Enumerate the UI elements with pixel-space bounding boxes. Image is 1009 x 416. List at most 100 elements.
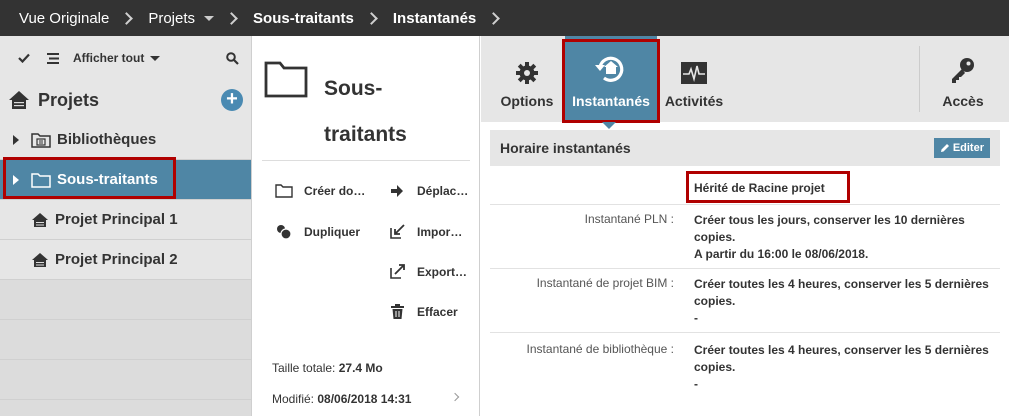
snapshots-panel: Options Instantanés Activités Accès Hora… <box>481 36 1009 416</box>
export-button[interactable]: Export… <box>387 264 467 279</box>
tree-item-libraries[interactable]: Bibliothèques <box>0 120 251 160</box>
list-icon <box>47 52 59 64</box>
search-button[interactable] <box>226 51 239 65</box>
select-check-button[interactable] <box>18 53 30 63</box>
projects-header: Projets + <box>0 80 251 120</box>
duplicate-label: Dupliquer <box>304 225 360 239</box>
modified-label: Modifié: <box>272 392 315 406</box>
chevron-right-icon <box>365 11 378 25</box>
expand-arrow-icon[interactable] <box>13 134 19 145</box>
active-tab-pointer <box>602 122 616 129</box>
tree-toolbar: Afficher tout <box>0 36 251 80</box>
total-size-value: 27.4 Mo <box>338 361 383 375</box>
library-snapshot-label: Instantané de bibliothèque : <box>526 342 674 356</box>
modified-date[interactable]: Modifié: 08/06/2018 14:31 <box>272 392 411 406</box>
import-icon <box>389 224 405 239</box>
pln-snapshot-line2: copies. <box>694 230 736 244</box>
show-all-label: Afficher tout <box>73 51 145 65</box>
add-project-button[interactable]: + <box>221 89 243 111</box>
tree-item-main-project-2[interactable]: Projet Principal 2 <box>0 240 251 280</box>
empty-row <box>0 280 251 320</box>
project-house-icon <box>32 252 48 267</box>
breadcrumb: Vue Originale Projets Sous-traitants Ins… <box>0 0 1009 36</box>
total-size-label: Taille totale: <box>272 361 336 375</box>
divider <box>919 46 920 112</box>
caret-down-icon <box>204 15 215 21</box>
project-house-icon <box>32 212 48 227</box>
library-folder-icon <box>31 132 51 148</box>
chevron-right-icon <box>120 11 134 25</box>
duplicate-button[interactable]: Dupliquer <box>274 224 360 240</box>
key-icon <box>952 58 974 83</box>
breadcrumb-item-snapshots[interactable]: Instantanés <box>393 10 476 27</box>
export-icon <box>389 264 405 279</box>
breadcrumb-item-projects-label: Projets <box>148 9 196 27</box>
move-button[interactable]: Déplac… <box>387 184 468 198</box>
tab-options-label: Options <box>500 93 554 109</box>
tree-item-label: Sous-traitants <box>57 171 158 188</box>
divider <box>490 204 1000 205</box>
export-label: Export… <box>417 264 468 279</box>
pln-snapshot-value: Créer tous les jours, conserver les 10 d… <box>694 212 1004 263</box>
bim-snapshot-value: Créer toutes les 4 heures, conserver les… <box>694 276 1004 327</box>
library-snapshot-value: Créer toutes les 4 heures, conserver les… <box>694 342 1004 393</box>
import-button[interactable]: Impor… <box>387 224 462 239</box>
modified-value: 08/06/2018 14:31 <box>317 392 412 406</box>
tab-snapshots[interactable]: Instantanés <box>565 36 657 122</box>
folder-title-line2: traitants <box>324 123 407 146</box>
empty-row <box>0 360 251 400</box>
chevron-right-icon <box>487 11 501 25</box>
arrow-right-icon <box>391 185 403 197</box>
breadcrumb-item-original-view[interactable]: Vue Originale <box>19 10 109 27</box>
section-header: Horaire instantanés Editer <box>490 130 1000 166</box>
tab-options[interactable]: Options <box>493 36 561 122</box>
project-house-icon <box>9 91 29 109</box>
chevron-right-icon <box>225 11 238 25</box>
tree-item-label: Projet Principal 2 <box>55 251 178 268</box>
tab-access[interactable]: Accès <box>933 36 993 122</box>
edit-label: Editer <box>952 142 984 154</box>
folder-title-line1: Sous- <box>324 77 383 100</box>
snapshot-restore-icon <box>595 56 624 82</box>
caret-down-icon <box>150 55 161 61</box>
inherited-from: Hérité de Racine projet <box>694 181 825 195</box>
delete-button[interactable]: Effacer <box>387 304 458 319</box>
section-title: Horaire instantanés <box>500 140 631 156</box>
tree-item-subcontractors[interactable]: Sous-traitants <box>0 160 251 200</box>
tab-access-label: Accès <box>942 93 984 109</box>
show-all-dropdown[interactable]: Afficher tout <box>47 51 161 65</box>
divider <box>490 332 1000 333</box>
divider <box>490 268 1000 269</box>
empty-row <box>0 320 251 360</box>
projects-title: Projets <box>38 89 100 110</box>
pln-snapshot-label: Instantané PLN : <box>584 212 674 226</box>
library-snapshot-line3: - <box>694 377 698 391</box>
chevron-right-icon[interactable] <box>450 392 460 402</box>
create-document-label: Créer do… <box>304 184 366 198</box>
bim-snapshot-label: Instantané de projet BIM : <box>536 276 674 290</box>
pln-snapshot-line3: A partir du 16:00 le 08/06/2018. <box>694 247 869 261</box>
breadcrumb-item-subcontractors[interactable]: Sous-traitants <box>253 10 354 27</box>
tree-item-main-project-1[interactable]: Projet Principal 1 <box>0 200 251 240</box>
import-label: Impor… <box>417 224 463 239</box>
folder-icon <box>31 172 51 188</box>
tab-bar: Options Instantanés Activités Accès <box>481 36 1009 123</box>
library-snapshot-line1: Créer toutes les 4 heures, conserver les… <box>694 343 989 357</box>
divider <box>262 160 470 161</box>
delete-label: Effacer <box>417 304 458 319</box>
pln-snapshot-line1: Créer tous les jours, conserver les 10 d… <box>694 213 965 227</box>
folder-icon <box>275 184 293 198</box>
expand-arrow-icon[interactable] <box>13 174 19 185</box>
pencil-icon <box>940 144 949 152</box>
bim-snapshot-line2: copies. <box>694 294 736 308</box>
create-document-button[interactable]: Créer do… <box>274 184 365 198</box>
bim-snapshot-line1: Créer toutes les 4 heures, conserver les… <box>694 277 989 291</box>
tab-snapshots-label: Instantanés <box>572 93 650 109</box>
trash-icon <box>390 304 404 319</box>
tab-activities-label: Activités <box>664 93 724 109</box>
edit-button[interactable]: Editer <box>933 138 990 158</box>
breadcrumb-item-projects[interactable]: Projets <box>148 9 215 27</box>
library-snapshot-line2: copies. <box>694 360 736 374</box>
tab-activities[interactable]: Activités <box>661 36 727 122</box>
folder-icon <box>264 61 308 98</box>
